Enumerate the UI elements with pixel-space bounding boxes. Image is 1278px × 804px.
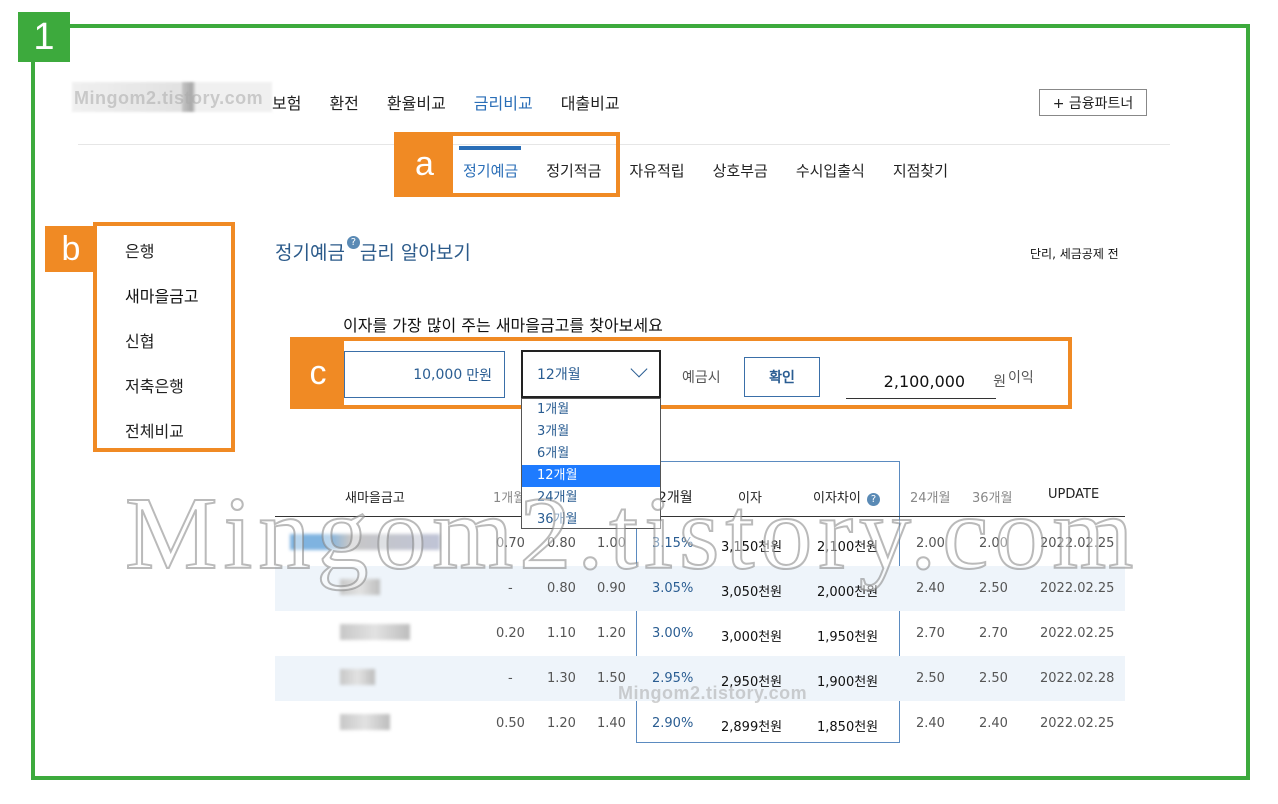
header-update: UPDATE [1048, 487, 1100, 502]
institution-name [340, 579, 380, 595]
top-nav: 보험 환전 환율비교 금리비교 대출비교 [272, 90, 620, 114]
table-row[interactable]: 0.70 0.80 1.00 3.15% 3,150천원 2,100천원 2.0… [275, 521, 1125, 566]
top-nav-item-loan-compare[interactable]: 대출비교 [561, 90, 620, 114]
tab-free-savings[interactable]: 자유적립 [629, 160, 684, 181]
annotation-box-c [290, 337, 1072, 409]
period-option-6m[interactable]: 6개월 [522, 443, 660, 465]
financial-partner-button[interactable]: + 금융파트너 [1039, 89, 1147, 116]
table-row[interactable]: - 0.80 0.90 3.05% 3,050천원 2,000천원 2.40 2… [275, 566, 1125, 611]
period-option-12m[interactable]: 12개월 [522, 465, 660, 487]
institution-name [290, 534, 440, 550]
institution-name [340, 624, 410, 640]
calculator-heading: 이자를 가장 많이 주는 새마을금고를 찾아보세요 [343, 316, 663, 335]
annotation-label-a: a [396, 134, 453, 195]
page-title: 정기예금? 금리 알아보기 [275, 236, 471, 264]
top-nav-item-rate-compare[interactable]: 환율비교 [387, 90, 446, 114]
top-nav-item-insurance[interactable]: 보험 [272, 90, 301, 114]
period-option-1m[interactable]: 1개월 [522, 399, 660, 421]
watermark-text: Mingom2.tistory.com [618, 683, 808, 703]
header-institution[interactable]: 새마을금고 [345, 487, 405, 506]
tab-demand-deposit[interactable]: 수시입출식 [796, 160, 865, 181]
annotation-label-c: c [292, 339, 344, 407]
tax-note: 단리, 세금공제 전 [1030, 247, 1119, 261]
step-number-badge: 1 [18, 12, 70, 62]
table-row[interactable]: 0.20 1.10 1.20 3.00% 3,000천원 1,950천원 2.7… [275, 611, 1125, 656]
header-interest-diff[interactable]: 이자차이 ? [813, 487, 880, 506]
institution-name [340, 669, 375, 685]
tab-mutual-installment[interactable]: 상호부금 [713, 160, 768, 181]
top-nav-item-exchange[interactable]: 환전 [329, 90, 358, 114]
watermark-text: Mingom2.tistory.com [74, 88, 264, 108]
period-option-3m[interactable]: 3개월 [522, 421, 660, 443]
institution-name [340, 714, 390, 730]
annotation-label-b: b [45, 226, 97, 272]
table-header: 새마을금고 1개월 12개월 이자 이자차이 ? 24개월 36개월 UPDAT… [275, 485, 1125, 517]
nav-divider [78, 144, 1170, 145]
period-option-36m[interactable]: 36개월 [522, 509, 660, 531]
header-24m[interactable]: 24개월 [910, 487, 950, 506]
tab-branch-finder[interactable]: 지점찾기 [893, 160, 948, 181]
period-option-24m[interactable]: 24개월 [522, 487, 660, 509]
top-nav-item-interest-compare[interactable]: 금리비교 [474, 90, 533, 114]
header-interest[interactable]: 이자 [738, 487, 762, 506]
period-dropdown: 1개월 3개월 6개월 12개월 24개월 36개월 [521, 398, 661, 529]
annotation-box-b [93, 222, 235, 452]
table-row[interactable]: 0.50 1.20 1.40 2.90% 2,899천원 1,850천원 2.4… [275, 701, 1125, 746]
header-36m[interactable]: 36개월 [972, 487, 1012, 506]
help-icon[interactable]: ? [866, 493, 880, 506]
help-icon[interactable]: ? [346, 236, 360, 249]
